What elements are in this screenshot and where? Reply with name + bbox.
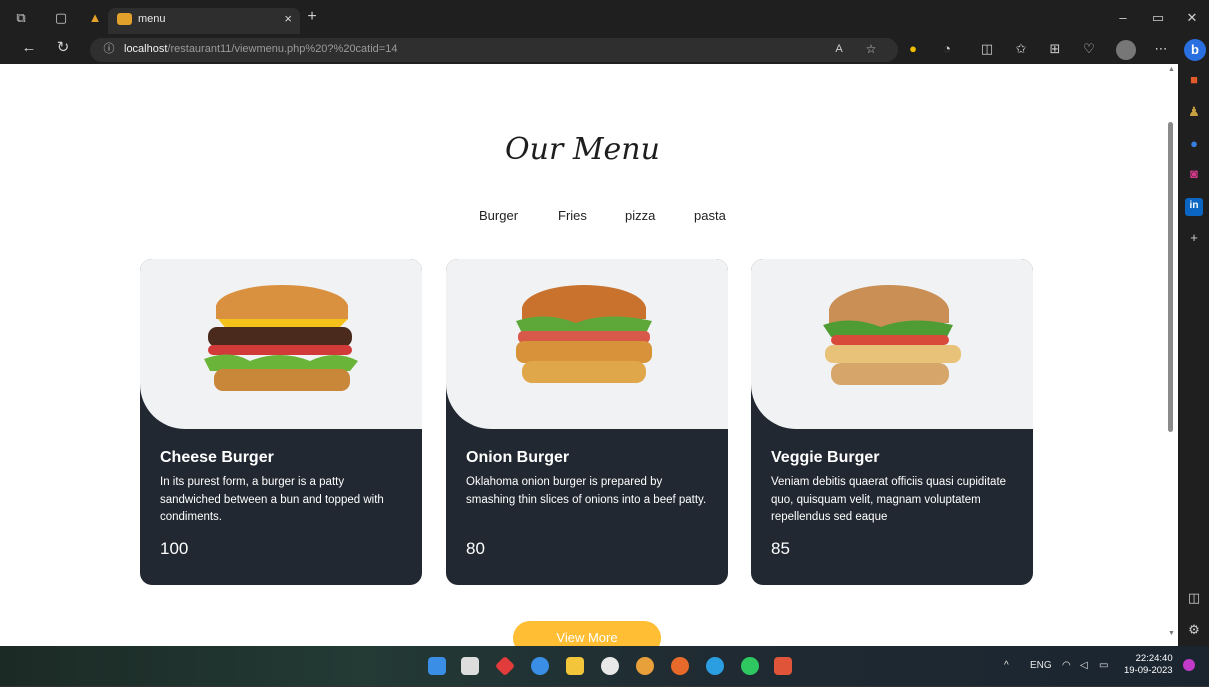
- page-content: Our Menu Burger Fries pizza pasta Cheese…: [10, 64, 1165, 646]
- browser-address-bar: ← ↻ ⓘ localhost/restaurant11/viewmenu.ph…: [0, 36, 1209, 64]
- notifications-icon[interactable]: [1183, 659, 1195, 671]
- battery-icon[interactable]: ▭: [1099, 660, 1108, 671]
- scroll-thumb[interactable]: [1168, 122, 1173, 432]
- menu-filters: Burger Fries pizza pasta: [479, 208, 739, 228]
- card-image-area: [446, 259, 728, 429]
- menu-card: Cheese Burger In its purest form, a burg…: [140, 259, 422, 585]
- file-explorer-icon[interactable]: [566, 657, 584, 675]
- favorites-icon[interactable]: ✩: [1012, 41, 1030, 59]
- edge-sidebar: ■ ♟ ● ◙ in + ◫ ⚙: [1178, 64, 1209, 646]
- close-window-icon[interactable]: ✕: [1183, 10, 1201, 28]
- firefox-icon[interactable]: [671, 657, 689, 675]
- menu-card: Onion Burger Oklahoma onion burger is pr…: [446, 259, 728, 585]
- browser-tab-bar: ⧉ ▢ ▲ menu × + – ▭ ✕: [0, 0, 1209, 36]
- url-input[interactable]: ⓘ localhost/restaurant11/viewmenu.php%20…: [90, 38, 898, 62]
- filter-pasta[interactable]: pasta: [694, 208, 726, 223]
- tab-menu[interactable]: menu ×: [108, 8, 300, 34]
- filter-pizza[interactable]: pizza: [625, 208, 655, 223]
- browser-essentials-icon[interactable]: ♡: [1080, 41, 1098, 59]
- copilot-icon[interactable]: b: [1184, 39, 1206, 61]
- menu-card: Veggie Burger Veniam debitis quaerat off…: [751, 259, 1033, 585]
- sidebar-settings-icon[interactable]: ⚙: [1185, 622, 1203, 640]
- clock-time: 22:24:40: [1135, 653, 1173, 664]
- tools-icon[interactable]: ■: [1185, 72, 1203, 90]
- profile-avatar[interactable]: [1116, 40, 1136, 60]
- extension-icon[interactable]: ◔: [938, 41, 956, 59]
- bottom-edge: [0, 686, 1209, 691]
- media-player-icon[interactable]: [601, 657, 619, 675]
- app-blue-icon[interactable]: [531, 657, 549, 675]
- instagram-icon[interactable]: ◙: [1185, 166, 1203, 184]
- card-price: 80: [466, 539, 485, 558]
- card-price: 85: [771, 539, 790, 558]
- card-price: 100: [160, 539, 189, 558]
- pinned-tab-icon[interactable]: ▲: [86, 10, 104, 28]
- xampp-icon[interactable]: [774, 657, 792, 675]
- edge-icon[interactable]: [706, 657, 724, 675]
- scroll-up-icon[interactable]: ▲: [1168, 66, 1175, 73]
- discover-icon[interactable]: ●: [1185, 136, 1203, 154]
- clock-date: 19-09-2023: [1124, 665, 1173, 676]
- filter-burger[interactable]: Burger: [479, 208, 518, 223]
- collections-icon[interactable]: ⊞: [1046, 41, 1064, 59]
- start-icon[interactable]: [428, 657, 446, 675]
- url-text: localhost/restaurant11/viewmenu.php%20?%…: [124, 43, 397, 55]
- minimize-icon[interactable]: –: [1114, 10, 1132, 28]
- card-image-area: [751, 259, 1033, 429]
- scroll-down-icon[interactable]: ▼: [1168, 630, 1175, 637]
- cheese-burger-image: [204, 285, 358, 391]
- veggie-burger-image: [823, 285, 961, 385]
- burger-favicon-icon: [117, 13, 132, 25]
- restore-icon[interactable]: ▭: [1149, 10, 1167, 28]
- workspaces-icon[interactable]: ⧉: [12, 10, 30, 28]
- close-tab-icon[interactable]: ×: [284, 11, 292, 26]
- page-title: Our Menu: [505, 132, 660, 167]
- show-hidden-icons-icon[interactable]: ^: [1004, 660, 1009, 671]
- whatsapp-icon[interactable]: [741, 657, 759, 675]
- add-sidebar-app-icon[interactable]: +: [1185, 230, 1203, 248]
- refresh-icon[interactable]: ↻: [54, 40, 72, 58]
- wifi-icon[interactable]: ◠: [1062, 660, 1071, 671]
- linkedin-icon[interactable]: in: [1185, 198, 1203, 216]
- card-description: Oklahoma onion burger is prepared by sma…: [466, 476, 707, 506]
- view-more-button[interactable]: View More: [513, 621, 661, 646]
- card-title: Veggie Burger: [771, 449, 880, 466]
- read-aloud-icon[interactable]: A: [830, 41, 848, 59]
- tab-actions-icon[interactable]: ▢: [52, 10, 70, 28]
- site-info-icon[interactable]: ⓘ: [100, 41, 118, 59]
- volume-icon[interactable]: ◁: [1080, 660, 1088, 671]
- back-arrow-icon[interactable]: ←: [20, 40, 38, 58]
- card-description: In its purest form, a burger is a patty …: [160, 476, 384, 523]
- card-title: Cheese Burger: [160, 449, 274, 466]
- onion-burger-image: [516, 285, 652, 383]
- card-description: Veniam debitis quaerat officiis quasi cu…: [771, 476, 1007, 523]
- favorite-star-icon[interactable]: ☆: [862, 41, 880, 59]
- hide-sidebar-icon[interactable]: ◫: [1185, 590, 1203, 608]
- tab-title: menu: [138, 13, 166, 25]
- task-view-icon[interactable]: [461, 657, 479, 675]
- app-red-icon[interactable]: [494, 655, 516, 677]
- chrome-icon[interactable]: [636, 657, 654, 675]
- games-icon[interactable]: ♟: [1185, 104, 1203, 122]
- taskbar-clock[interactable]: 22:24:40 19-09-2023: [1124, 653, 1173, 677]
- url-path: /restaurant11/viewmenu.php%20?%20catid=1…: [167, 43, 398, 55]
- windows-taskbar: ^ ENG ◠ ◁ ▭ 22:24:40 19-09-2023: [0, 646, 1209, 686]
- filter-fries[interactable]: Fries: [558, 208, 587, 223]
- extension-badge-icon[interactable]: ●: [904, 41, 922, 59]
- language-indicator[interactable]: ENG: [1030, 660, 1052, 671]
- more-options-icon[interactable]: ⋯: [1152, 41, 1170, 59]
- split-screen-icon[interactable]: ◫: [978, 41, 996, 59]
- card-title: Onion Burger: [466, 449, 570, 466]
- card-image-area: [140, 259, 422, 429]
- new-tab-button[interactable]: +: [303, 9, 321, 27]
- url-host: localhost: [124, 43, 168, 55]
